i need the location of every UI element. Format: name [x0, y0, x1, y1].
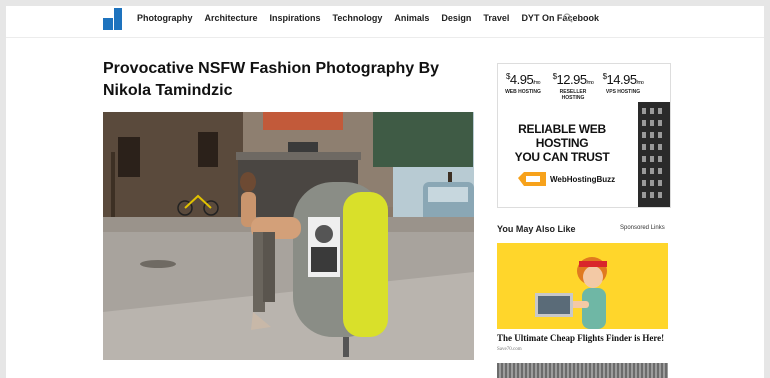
nav-item-travel[interactable]: Travel [483, 13, 509, 23]
building-illustration [638, 102, 670, 207]
promo-image[interactable] [497, 243, 668, 329]
ad-price-web-hosting: $4.95/mo WEB HOSTING [505, 72, 541, 95]
nav-item-photography[interactable]: Photography [137, 13, 193, 23]
you-may-also-like-heading: You May Also Like [497, 224, 576, 234]
nav-item-architecture[interactable]: Architecture [205, 13, 258, 23]
sponsored-links-label[interactable]: Sponsored Links [620, 225, 665, 231]
ad-price-row: $4.95/mo WEB HOSTING $12.95/mo RESELLER … [498, 72, 648, 101]
nav-item-inspirations[interactable]: Inspirations [270, 13, 321, 23]
ad-brand: WebHostingBuzz [518, 172, 615, 186]
page-frame: Photography Architecture Inspirations Te… [6, 6, 764, 378]
nav-item-animals[interactable]: Animals [394, 13, 429, 23]
nav-item-dyt-on-facebook[interactable]: DYT On Facebook [521, 13, 599, 23]
promo-source: Save70.com [497, 347, 522, 352]
search-icon[interactable] [563, 13, 573, 23]
article-hero-image[interactable] [103, 112, 474, 360]
article-title: Provocative NSFW Fashion Photography By … [103, 60, 440, 99]
nav-item-technology[interactable]: Technology [333, 13, 383, 23]
next-promo-image[interactable] [497, 363, 668, 378]
hosting-advertisement[interactable]: $4.95/mo WEB HOSTING $12.95/mo RESELLER … [497, 63, 671, 208]
promo-title-link[interactable]: The Ultimate Cheap Flights Finder is Her… [497, 333, 664, 343]
main-nav: Photography Architecture Inspirations Te… [137, 13, 611, 23]
ad-price-vps-hosting: $14.95/mo VPS HOSTING [602, 72, 644, 95]
ad-headline: RELIABLE WEB HOSTING YOU CAN TRUST [514, 122, 610, 164]
ad-price-reseller-hosting: $12.95/mo RESELLER HOSTING [552, 72, 594, 101]
brand-logo-icon [518, 172, 546, 186]
nav-item-design[interactable]: Design [441, 13, 471, 23]
logo-d-icon[interactable] [103, 8, 122, 30]
top-navigation-bar: Photography Architecture Inspirations Te… [6, 6, 764, 38]
